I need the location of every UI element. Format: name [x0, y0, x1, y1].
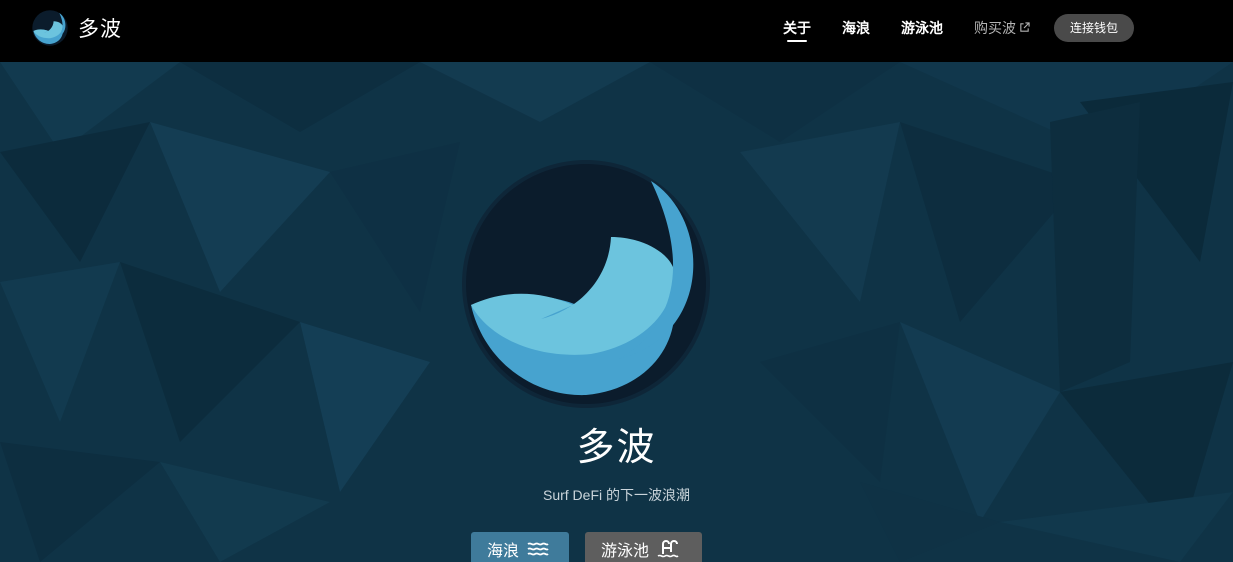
nav-pools[interactable]: 游泳池 [901, 18, 943, 38]
hero-section: 多波 Surf DeFi 的下一波浪潮 海浪 游泳池 [0, 62, 1233, 562]
wave-logo-icon [32, 10, 68, 46]
waves-button[interactable]: 海浪 [471, 532, 569, 562]
nav-about[interactable]: 关于 [783, 18, 811, 42]
external-link-icon [1020, 22, 1030, 32]
hero-wave-logo-icon [462, 160, 710, 408]
hero-title: 多波 [576, 425, 657, 469]
nav-buy-link[interactable]: 购买波 [974, 18, 1030, 38]
hero-subtitle: Surf DeFi 的下一波浪潮 [542, 487, 690, 503]
waves-button-label: 海浪 [487, 541, 520, 560]
pools-button[interactable]: 游泳池 [585, 532, 702, 562]
waves-icon [527, 542, 549, 556]
brand[interactable]: 多波 [32, 10, 122, 46]
pool-ladder-icon [657, 540, 679, 558]
nav-waves[interactable]: 海浪 [842, 18, 870, 38]
connect-wallet-button[interactable]: 连接钱包 [1054, 14, 1134, 42]
nav-buy-label: 购买波 [974, 20, 1016, 36]
pools-button-label: 游泳池 [601, 541, 650, 560]
brand-name: 多波 [78, 17, 122, 41]
top-navbar: 多波 关于 海浪 游泳池 购买波 连接钱包 [0, 0, 1233, 62]
